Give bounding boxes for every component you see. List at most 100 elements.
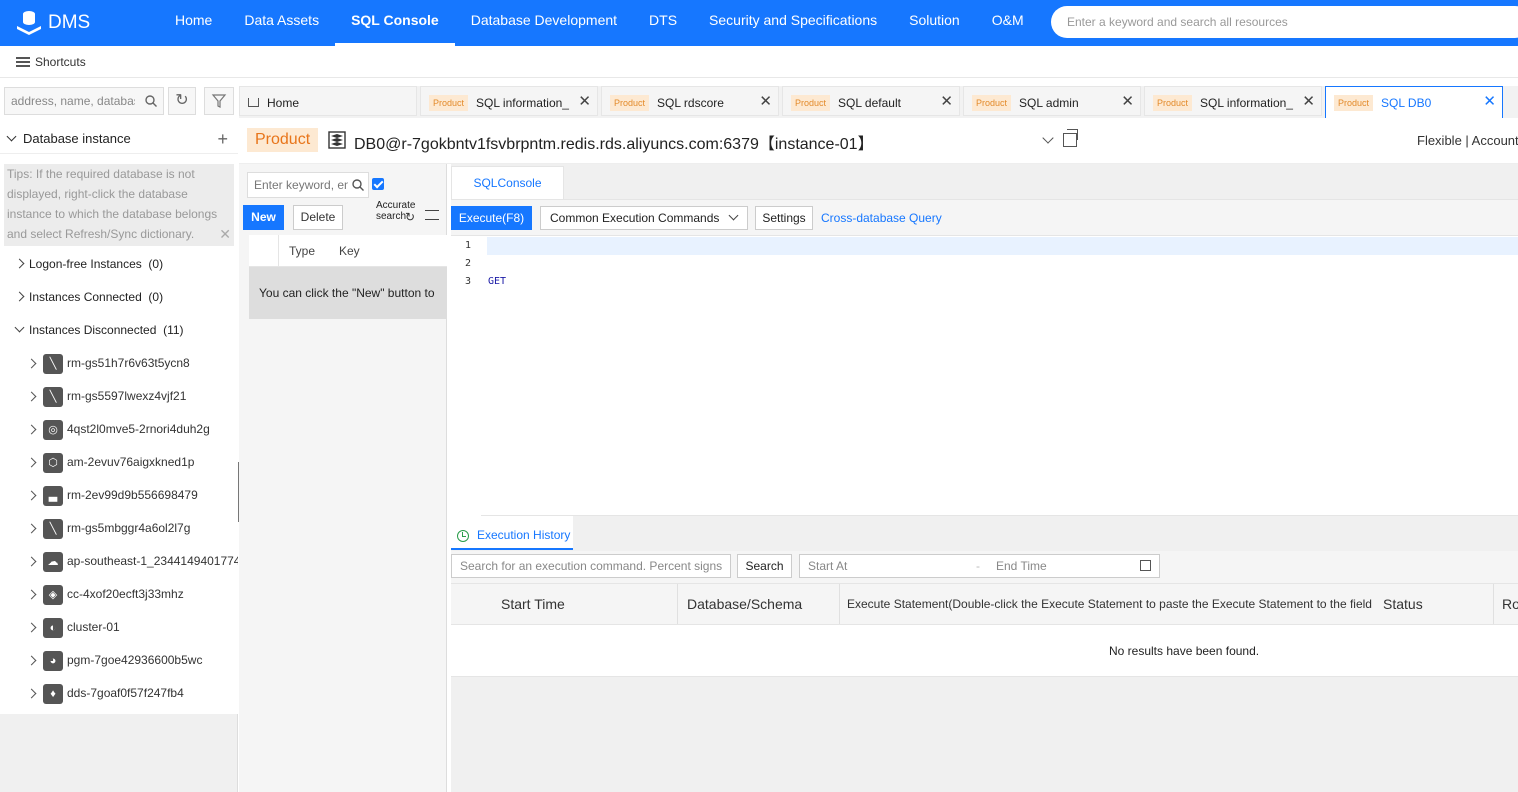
- close-icon[interactable]: ✕: [219, 224, 231, 244]
- date-range-picker[interactable]: Start At - End Time: [799, 554, 1160, 578]
- start-at-field[interactable]: Start At: [808, 555, 847, 577]
- sql-editor[interactable]: 1 2 3 GET: [451, 236, 1518, 516]
- chevron-right-icon[interactable]: [26, 523, 37, 534]
- chevron-right-icon[interactable]: [26, 490, 37, 501]
- search-icon[interactable]: [145, 95, 157, 107]
- nav-security-specifications[interactable]: Security and Specifications: [693, 0, 893, 46]
- nav-solution[interactable]: Solution: [893, 0, 976, 46]
- left-sidebar: ↻ Database instance + Tips: If the requi…: [0, 78, 238, 792]
- chevron-right-icon[interactable]: [26, 391, 37, 402]
- chevron-right-icon[interactable]: [26, 358, 37, 369]
- redis-db-icon: [328, 131, 346, 149]
- tab-sqlconsole[interactable]: SQLConsole: [451, 166, 564, 199]
- history-search-input[interactable]: Search for an execution command. Percent…: [451, 554, 731, 578]
- cross-database-query-link[interactable]: Cross-database Query: [821, 211, 942, 225]
- tab-sql-default[interactable]: Product SQL default ✕: [782, 86, 960, 116]
- instance-item[interactable]: ☁ ap-southeast-1_2344149401774: [0, 545, 238, 578]
- accurate-search-checkbox[interactable]: [372, 178, 384, 190]
- global-search-input[interactable]: [1051, 6, 1518, 38]
- instance-search-box: [4, 87, 164, 115]
- copy-icon[interactable]: [1063, 129, 1078, 147]
- instance-item[interactable]: ◕ pgm-7goe42936600b5wc: [0, 644, 238, 677]
- nav-sql-console[interactable]: SQL Console: [335, 0, 455, 46]
- tab-sql-information-2[interactable]: Product SQL information_ ✕: [1144, 86, 1322, 116]
- instance-item[interactable]: ╲ rm-gs5597lwexz4vjf21: [0, 380, 238, 413]
- instance-item[interactable]: ♦ dds-7goaf0f57f247fb4: [0, 677, 238, 710]
- nav-data-assets[interactable]: Data Assets: [228, 0, 335, 46]
- chevron-right-icon[interactable]: [26, 655, 37, 666]
- instance-item[interactable]: ◈ cc-4xof20ecft3j33mhz: [0, 578, 238, 611]
- execution-history-panel: Execution History Search for an executio…: [451, 516, 1518, 792]
- close-icon[interactable]: ✕: [1302, 87, 1315, 115]
- tab-sql-admin[interactable]: Product SQL admin ✕: [963, 86, 1141, 116]
- common-commands-dropdown[interactable]: Common Execution Commands: [540, 206, 748, 230]
- chevron-right-icon[interactable]: [26, 556, 37, 567]
- tab-label: Home: [267, 95, 300, 110]
- col-status: Status: [1383, 596, 1423, 612]
- shortcuts-label[interactable]: Shortcuts: [35, 55, 86, 69]
- new-key-button[interactable]: New: [243, 205, 284, 230]
- chevron-right-icon[interactable]: [26, 688, 37, 699]
- close-icon[interactable]: ✕: [759, 87, 772, 115]
- add-instance-icon[interactable]: +: [217, 124, 228, 154]
- list-menu-icon[interactable]: [425, 210, 439, 220]
- tab-sql-db0[interactable]: Product SQL DB0 ✕: [1325, 86, 1503, 118]
- nav-home[interactable]: Home: [159, 0, 228, 46]
- nav-dts[interactable]: DTS: [633, 0, 693, 46]
- history-search-button[interactable]: Search: [737, 554, 792, 578]
- instance-name: dds-7goaf0f57f247fb4: [67, 686, 184, 700]
- line-number: 3: [465, 276, 472, 287]
- chevron-right-icon[interactable]: [26, 622, 37, 633]
- history-table-header: Start Time Database/Schema Execute State…: [451, 583, 1518, 625]
- group-logon-free[interactable]: Logon-free Instances (0): [0, 248, 238, 281]
- analytic-db-icon: ⬡: [43, 453, 63, 473]
- column-type: Type: [289, 244, 316, 258]
- settings-button[interactable]: Settings: [755, 206, 813, 230]
- close-icon[interactable]: ✕: [578, 87, 591, 115]
- group-disconnected[interactable]: Instances Disconnected (11): [0, 314, 238, 347]
- panel-header[interactable]: Database instance +: [0, 124, 238, 154]
- tab-home[interactable]: Home: [239, 86, 417, 116]
- instance-item[interactable]: ╲ rm-gs51h7r6v63t5ycn8: [0, 347, 238, 380]
- nav-om[interactable]: O&M: [976, 0, 1040, 46]
- close-icon[interactable]: ✕: [1483, 87, 1496, 117]
- tab-label: SQL admin: [1019, 95, 1079, 110]
- tab-sql-rdscore[interactable]: Product SQL rdscore ✕: [601, 86, 779, 116]
- filter-button[interactable]: [204, 87, 234, 115]
- dms-logo[interactable]: DMS: [14, 8, 104, 38]
- tab-execution-history[interactable]: Execution History: [451, 516, 573, 550]
- delete-key-button[interactable]: Delete: [293, 205, 343, 230]
- col-database-schema: Database/Schema: [677, 584, 837, 624]
- chevron-right-icon[interactable]: [26, 457, 37, 468]
- chevron-right-icon[interactable]: [26, 424, 37, 435]
- key-search-input[interactable]: [248, 173, 348, 197]
- menu-icon[interactable]: [16, 57, 30, 67]
- end-time-field[interactable]: End Time: [996, 555, 1047, 577]
- group-label: Logon-free Instances: [29, 257, 142, 271]
- instance-name: rm-gs5mbggr4a6ol2l7g: [67, 521, 191, 535]
- chevron-down-icon[interactable]: [1042, 132, 1054, 144]
- tab-sql-information-1[interactable]: Product SQL information_ ✕: [420, 86, 598, 116]
- instance-item[interactable]: ⬡ am-2evuv76aigxkned1p: [0, 446, 238, 479]
- close-icon[interactable]: ✕: [1121, 87, 1134, 115]
- shortcuts-bar: Shortcuts: [0, 46, 1518, 78]
- current-line-highlight: [487, 237, 1518, 255]
- close-icon[interactable]: ✕: [940, 87, 953, 115]
- instance-search-input[interactable]: [5, 88, 135, 114]
- database-logo-icon: [14, 8, 44, 38]
- instance-item[interactable]: ◐ cluster-01: [0, 611, 238, 644]
- nav-database-development[interactable]: Database Development: [455, 0, 633, 46]
- instance-item[interactable]: ◎ 4qst2l0mve5-2rnori4duh2g: [0, 413, 238, 446]
- tips-text: Tips: If the required database is not di…: [7, 167, 218, 241]
- instance-item[interactable]: ▃ rm-2ev99d9b556698479: [0, 479, 238, 512]
- search-icon[interactable]: [352, 179, 364, 191]
- instance-item[interactable]: ╲ rm-gs5mbggr4a6ol2l7g: [0, 512, 238, 545]
- refresh-button[interactable]: ↻: [168, 87, 196, 115]
- history-clock-icon: [457, 530, 469, 542]
- chevron-right-icon[interactable]: [26, 589, 37, 600]
- calendar-icon[interactable]: [1140, 560, 1151, 571]
- refresh-icon[interactable]: ↻: [405, 210, 415, 224]
- group-connected[interactable]: Instances Connected (0): [0, 281, 238, 314]
- control-mode-text[interactable]: Flexible | Account: [1417, 133, 1518, 148]
- execute-button[interactable]: Execute(F8): [451, 206, 532, 230]
